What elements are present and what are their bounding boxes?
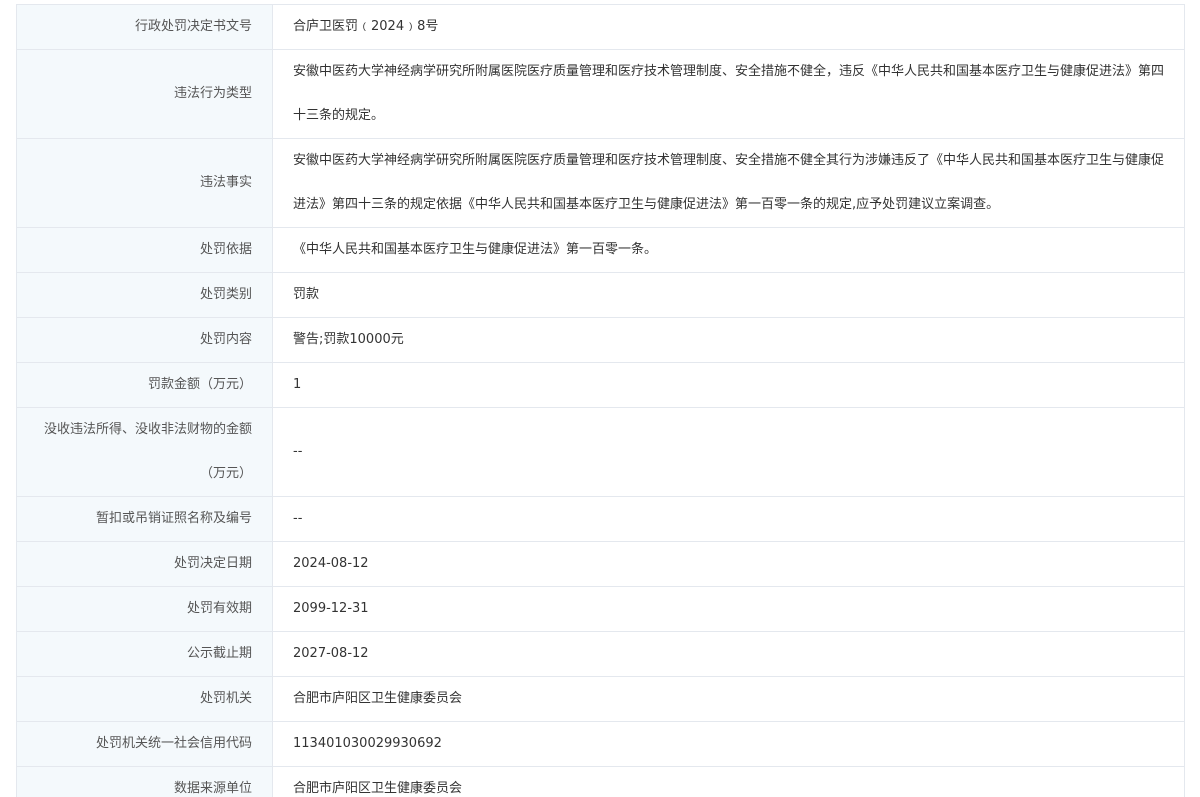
row-label-penalty-basis: 处罚依据 [16, 227, 273, 273]
row-label-data-source: 数据来源单位 [16, 766, 273, 797]
page: 行政处罚决定书文号 合庐卫医罚﹙2024﹚8号 违法行为类型 安徽中医药大学神经… [0, 0, 1200, 797]
row-value-data-source: 合肥市庐阳区卫生健康委员会 [272, 766, 1185, 797]
row-label-authority-credit-code: 处罚机关统一社会信用代码 [16, 721, 273, 767]
row-label-violation-facts: 违法事实 [16, 138, 273, 228]
table-row: 暂扣或吊销证照名称及编号 -- [16, 496, 1185, 542]
table-row: 处罚决定日期 2024-08-12 [16, 541, 1185, 587]
row-label-violation-type: 违法行为类型 [16, 49, 273, 139]
row-value-penalty-content: 警告;罚款10000元 [272, 317, 1185, 363]
table-row: 处罚依据 《中华人民共和国基本医疗卫生与健康促进法》第一百零一条。 [16, 227, 1185, 273]
row-value-decision-date: 2024-08-12 [272, 541, 1185, 587]
row-value-validity-period: 2099-12-31 [272, 586, 1185, 632]
table-row: 罚款金额（万元） 1 [16, 362, 1185, 408]
row-label-penalty-content: 处罚内容 [16, 317, 273, 363]
row-label-publicity-deadline: 公示截止期 [16, 631, 273, 677]
row-label-decision-date: 处罚决定日期 [16, 541, 273, 587]
row-value-fine-amount: 1 [272, 362, 1185, 408]
table-row: 公示截止期 2027-08-12 [16, 631, 1185, 677]
table-row: 处罚类别 罚款 [16, 272, 1185, 318]
row-value-violation-type: 安徽中医药大学神经病学研究所附属医院医疗质量管理和医疗技术管理制度、安全措施不健… [272, 49, 1185, 139]
row-value-penalty-authority: 合肥市庐阳区卫生健康委员会 [272, 676, 1185, 722]
row-value-decision-number: 合庐卫医罚﹙2024﹚8号 [272, 4, 1185, 50]
row-value-license-suspension: -- [272, 496, 1185, 542]
row-label-license-suspension: 暂扣或吊销证照名称及编号 [16, 496, 273, 542]
row-value-violation-facts: 安徽中医药大学神经病学研究所附属医院医疗质量管理和医疗技术管理制度、安全措施不健… [272, 138, 1185, 228]
table-row: 处罚机关 合肥市庐阳区卫生健康委员会 [16, 676, 1185, 722]
table-row: 没收违法所得、没收非法财物的金额（万元） -- [16, 407, 1185, 497]
table-row: 处罚内容 警告;罚款10000元 [16, 317, 1185, 363]
row-value-penalty-category: 罚款 [272, 272, 1185, 318]
row-label-penalty-authority: 处罚机关 [16, 676, 273, 722]
row-value-publicity-deadline: 2027-08-12 [272, 631, 1185, 677]
table-row: 处罚机关统一社会信用代码 113401030029930692 [16, 721, 1185, 767]
penalty-info-table: 行政处罚决定书文号 合庐卫医罚﹙2024﹚8号 违法行为类型 安徽中医药大学神经… [16, 4, 1185, 797]
row-value-authority-credit-code: 113401030029930692 [272, 721, 1185, 767]
table-row: 数据来源单位 合肥市庐阳区卫生健康委员会 [16, 766, 1185, 797]
table-row: 违法事实 安徽中医药大学神经病学研究所附属医院医疗质量管理和医疗技术管理制度、安… [16, 138, 1185, 228]
row-label-penalty-category: 处罚类别 [16, 272, 273, 318]
row-label-confiscation-amount: 没收违法所得、没收非法财物的金额（万元） [16, 407, 273, 497]
row-label-validity-period: 处罚有效期 [16, 586, 273, 632]
row-value-penalty-basis: 《中华人民共和国基本医疗卫生与健康促进法》第一百零一条。 [272, 227, 1185, 273]
table-row: 违法行为类型 安徽中医药大学神经病学研究所附属医院医疗质量管理和医疗技术管理制度… [16, 49, 1185, 139]
row-value-confiscation-amount: -- [272, 407, 1185, 497]
table-row: 处罚有效期 2099-12-31 [16, 586, 1185, 632]
row-label-fine-amount: 罚款金额（万元） [16, 362, 273, 408]
table-row: 行政处罚决定书文号 合庐卫医罚﹙2024﹚8号 [16, 4, 1185, 50]
row-label-decision-number: 行政处罚决定书文号 [16, 4, 273, 50]
